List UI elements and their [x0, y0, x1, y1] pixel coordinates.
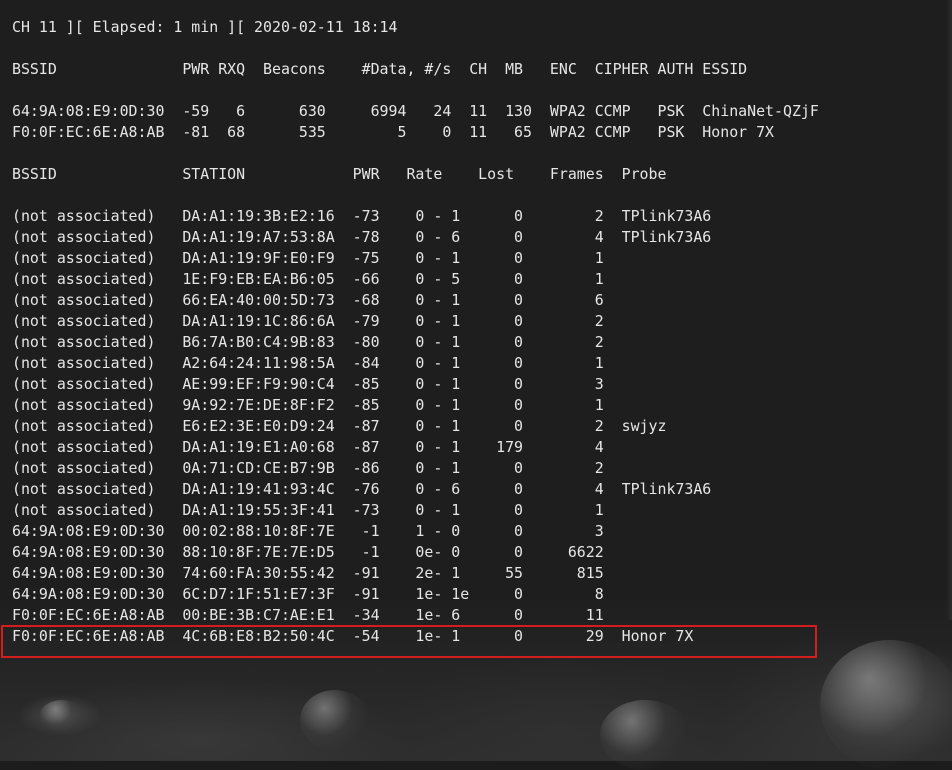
- station-row: 64:9A:08:E9:0D:30 6C:D7:1F:51:E7:3F -91 …: [12, 585, 604, 603]
- station-row: (not associated) E6:E2:3E:E0:D9:24 -87 0…: [12, 417, 667, 435]
- station-row: (not associated) DA:A1:19:E1:A0:68 -87 0…: [12, 438, 604, 456]
- station-row: F0:0F:EC:6E:A8:AB 00:BE:3B:C7:AE:E1 -34 …: [12, 606, 604, 624]
- highlight-box: [1, 625, 817, 658]
- station-row: (not associated) DA:A1:19:41:93:4C -76 0…: [12, 480, 712, 498]
- station-row: (not associated) DA:A1:19:A7:53:8A -78 0…: [12, 228, 712, 246]
- station-row: (not associated) DA:A1:19:3B:E2:16 -73 0…: [12, 207, 712, 225]
- station-row: 64:9A:08:E9:0D:30 74:60:FA:30:55:42 -91 …: [12, 564, 604, 582]
- station-row: (not associated) A2:64:24:11:98:5A -84 0…: [12, 354, 604, 372]
- status-line: CH 11 ][ Elapsed: 1 min ][ 2020-02-11 18…: [12, 18, 398, 36]
- station-row: (not associated) DA:A1:19:9F:E0:F9 -75 0…: [12, 249, 604, 267]
- station-row: (not associated) 66:EA:40:00:5D:73 -68 0…: [12, 291, 604, 309]
- ap-row: F0:0F:EC:6E:A8:AB -81 68 535 5 0 11 65 W…: [12, 123, 775, 141]
- station-row: (not associated) DA:A1:19:55:3F:41 -73 0…: [12, 501, 604, 519]
- station-row: (not associated) DA:A1:19:1C:86:6A -79 0…: [12, 312, 604, 330]
- station-row: (not associated) B6:7A:B0:C4:9B:83 -80 0…: [12, 333, 604, 351]
- station-table-header: BSSID STATION PWR Rate Lost Frames Probe: [12, 165, 667, 183]
- station-row: (not associated) AE:99:EF:F9:90:C4 -85 0…: [12, 375, 604, 393]
- station-row: 64:9A:08:E9:0D:30 88:10:8F:7E:7E:D5 -1 0…: [12, 543, 604, 561]
- ap-table-header: BSSID PWR RXQ Beacons #Data, #/s CH MB E…: [12, 60, 748, 78]
- station-row: (not associated) 0A:71:CD:CE:B7:9B -86 0…: [12, 459, 604, 477]
- ap-row: 64:9A:08:E9:0D:30 -59 6 630 6994 24 11 1…: [12, 102, 819, 120]
- station-row: 64:9A:08:E9:0D:30 00:02:88:10:8F:7E -1 1…: [12, 522, 604, 540]
- station-row: (not associated) 1E:F9:EB:EA:B6:05 -66 0…: [12, 270, 604, 288]
- station-row: (not associated) 9A:92:7E:DE:8F:F2 -85 0…: [12, 396, 604, 414]
